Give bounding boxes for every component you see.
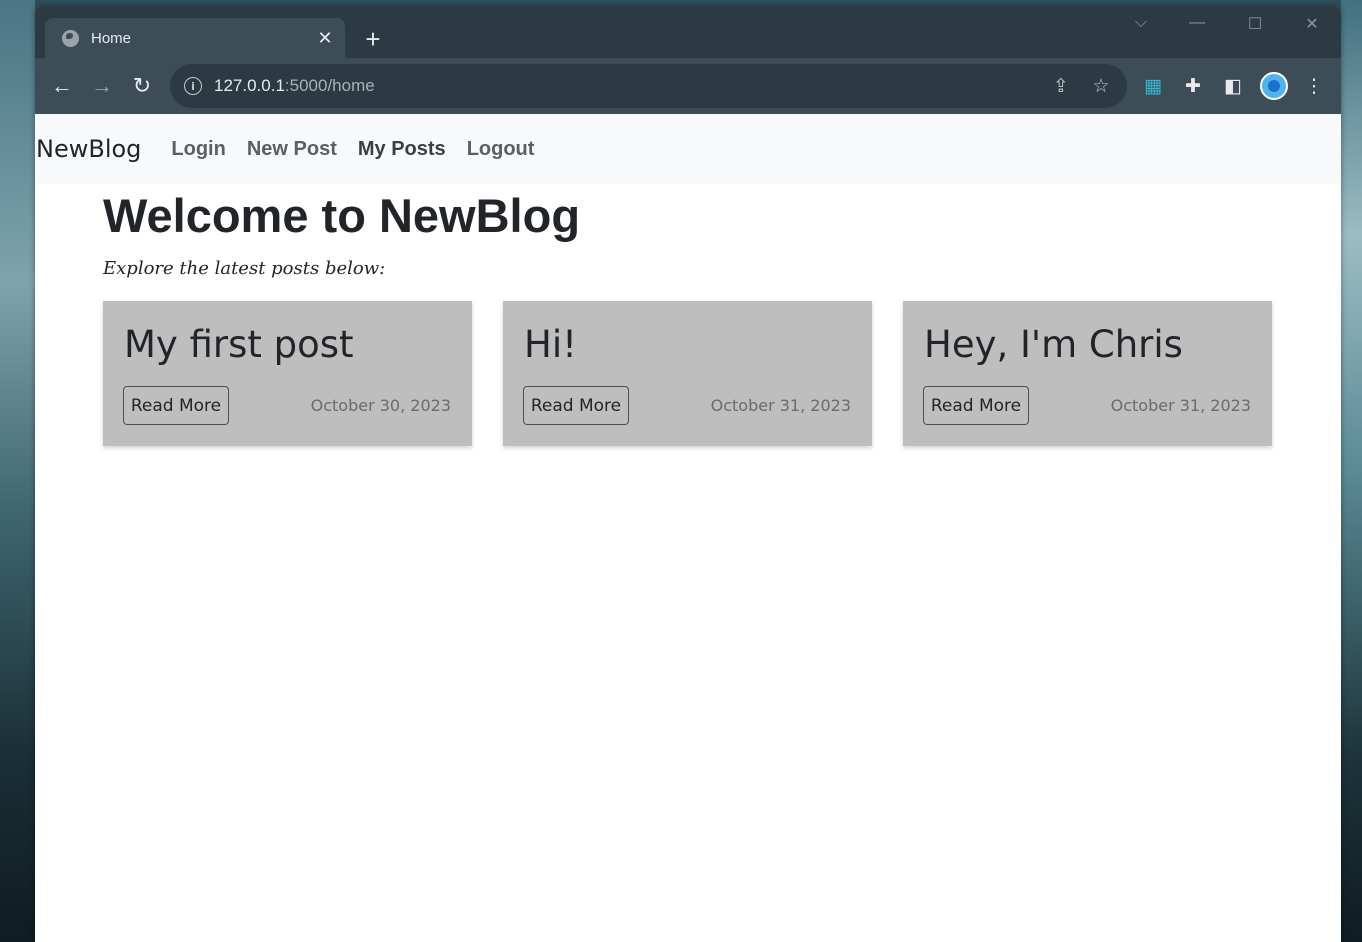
info-icon[interactable]: i xyxy=(184,77,202,95)
browser-window: Home ✕ + ⌵ — ☐ ✕ ← → ↻ i 127.0.0.1:5000/… xyxy=(35,6,1341,942)
site-navbar: NewBlog Login New Post My Posts Logout xyxy=(35,114,1341,184)
side-panel-icon[interactable]: ◧ xyxy=(1219,72,1247,100)
maximize-button[interactable]: ☐ xyxy=(1235,14,1275,38)
back-button[interactable]: ← xyxy=(48,72,76,100)
url-text[interactable]: 127.0.0.1:5000/home xyxy=(214,76,1047,96)
nav-login[interactable]: Login xyxy=(171,138,225,161)
main-content: Welcome to NewBlog Explore the latest po… xyxy=(103,190,1273,446)
nav-new-post[interactable]: New Post xyxy=(247,138,337,161)
read-more-button[interactable]: Read More xyxy=(523,386,629,425)
post-date: October 30, 2023 xyxy=(310,396,451,415)
nav-my-posts[interactable]: My Posts xyxy=(358,138,446,161)
tab-search-icon[interactable]: ⌵ xyxy=(1121,14,1161,38)
post-title: My first post xyxy=(124,323,354,366)
browser-titlebar: Home ✕ + ⌵ — ☐ ✕ xyxy=(35,6,1341,58)
minimize-button[interactable]: — xyxy=(1177,14,1217,38)
site-brand[interactable]: NewBlog xyxy=(36,135,141,163)
reload-button[interactable]: ↻ xyxy=(128,72,156,100)
star-icon[interactable]: ☆ xyxy=(1087,72,1115,100)
read-more-button[interactable]: Read More xyxy=(923,386,1029,425)
desktop-background-left xyxy=(0,0,35,942)
address-bar[interactable]: i 127.0.0.1:5000/home ⇪ ☆ xyxy=(170,64,1127,108)
kebab-menu-icon[interactable]: ⋮ xyxy=(1300,72,1328,100)
globe-icon xyxy=(62,29,79,47)
read-more-button[interactable]: Read More xyxy=(123,386,229,425)
browser-toolbar: ← → ↻ i 127.0.0.1:5000/home ⇪ ☆ ▦ ✚ ◧ ⋮ xyxy=(35,58,1341,114)
nav-logout[interactable]: Logout xyxy=(467,138,535,161)
forward-button[interactable]: → xyxy=(88,72,116,100)
post-title: Hey, I'm Chris xyxy=(924,323,1183,366)
post-title: Hi! xyxy=(524,323,577,366)
post-card: Hi! Read More October 31, 2023 xyxy=(503,301,872,446)
close-window-button[interactable]: ✕ xyxy=(1292,14,1332,38)
post-list: My first post Read More October 30, 2023… xyxy=(103,301,1273,446)
url-path: :5000/home xyxy=(284,76,375,95)
new-tab-button[interactable]: + xyxy=(359,26,387,54)
scanner-extension-icon[interactable]: ▦ xyxy=(1139,72,1167,100)
puzzle-icon[interactable]: ✚ xyxy=(1179,72,1207,100)
tab-title: Home xyxy=(91,29,132,47)
post-date: October 31, 2023 xyxy=(710,396,851,415)
page-title: Welcome to NewBlog xyxy=(103,189,581,242)
post-card: My first post Read More October 30, 2023 xyxy=(103,301,472,446)
profile-avatar[interactable] xyxy=(1260,72,1288,100)
tab-close-icon[interactable]: ✕ xyxy=(313,26,337,50)
browser-tab-home[interactable]: Home ✕ xyxy=(45,18,345,58)
desktop-background-right xyxy=(1341,0,1362,942)
page-subtitle: Explore the latest posts below: xyxy=(103,258,386,279)
share-icon[interactable]: ⇪ xyxy=(1047,72,1075,100)
post-date: October 31, 2023 xyxy=(1110,396,1251,415)
post-card: Hey, I'm Chris Read More October 31, 202… xyxy=(903,301,1272,446)
url-host: 127.0.0.1 xyxy=(214,76,285,95)
